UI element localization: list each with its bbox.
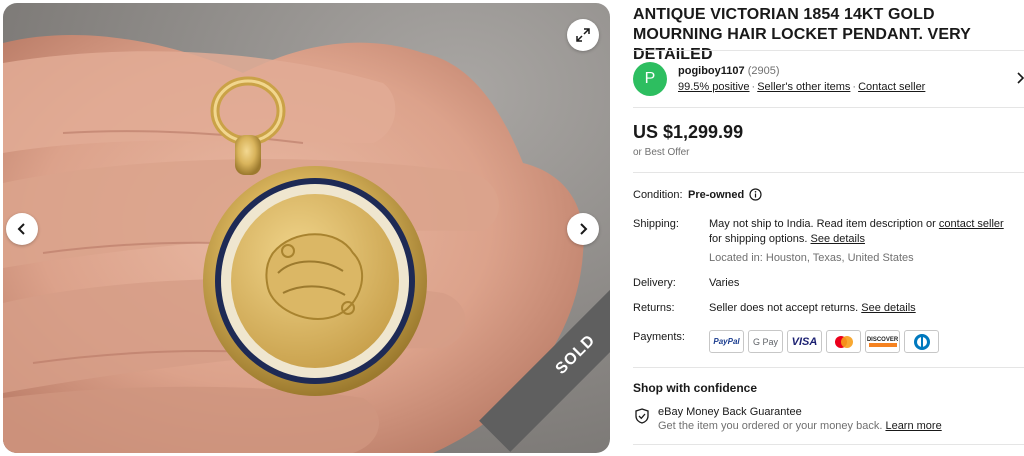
learn-more-link[interactable]: Learn more bbox=[885, 420, 941, 432]
shipping-contact-seller-link[interactable]: contact seller bbox=[939, 218, 1004, 230]
money-back-guarantee-text: Get the item you ordered or your money b… bbox=[658, 420, 942, 432]
seller-other-items-link[interactable]: Seller's other items bbox=[757, 81, 850, 93]
delivery-value: Varies bbox=[709, 277, 740, 289]
image-gallery[interactable]: SOLD bbox=[3, 3, 610, 453]
seller-positive-link[interactable]: 99.5% positive bbox=[678, 81, 750, 93]
expand-icon bbox=[576, 28, 590, 42]
visa-icon: VISA bbox=[787, 330, 822, 353]
shipping-text-2: for shipping options. bbox=[709, 233, 811, 245]
google-pay-icon: G Pay bbox=[748, 330, 783, 353]
discover-icon: DISCOVER bbox=[865, 330, 900, 353]
diners-club-icon bbox=[904, 330, 939, 353]
chevron-left-icon bbox=[17, 223, 25, 235]
divider bbox=[633, 107, 1024, 108]
seller-avatar[interactable]: P bbox=[633, 62, 667, 96]
returns-text: Seller does not accept returns. bbox=[709, 302, 862, 314]
returns-value: Seller does not accept returns. See deta… bbox=[709, 301, 916, 316]
guarantee-description: Get the item you ordered or your money b… bbox=[658, 420, 886, 432]
contact-seller-link[interactable]: Contact seller bbox=[858, 81, 925, 93]
divider bbox=[633, 367, 1024, 368]
listing-details: ANTIQUE VICTORIAN 1854 14KT GOLD MOURNIN… bbox=[633, 0, 1024, 456]
chevron-right-icon[interactable] bbox=[1017, 72, 1024, 84]
info-icon[interactable] bbox=[749, 188, 762, 201]
expand-button[interactable] bbox=[567, 19, 599, 51]
shipping-see-details-link[interactable]: See details bbox=[811, 233, 865, 245]
payment-methods: PayPal G Pay VISA DISCOVER bbox=[709, 330, 939, 353]
divider bbox=[633, 50, 1024, 51]
money-back-guarantee-title: eBay Money Back Guarantee bbox=[658, 406, 802, 418]
chevron-right-icon bbox=[580, 223, 588, 235]
listing-title: ANTIQUE VICTORIAN 1854 14KT GOLD MOURNIN… bbox=[633, 6, 971, 63]
condition-label: Condition: bbox=[633, 189, 683, 201]
seller-avatar-letter: P bbox=[644, 70, 656, 87]
returns-see-details-link[interactable]: See details bbox=[861, 302, 915, 314]
previous-image-button[interactable] bbox=[6, 213, 38, 245]
seller-name-link[interactable]: pogiboy1107 bbox=[678, 65, 745, 77]
divider bbox=[633, 444, 1024, 445]
divider bbox=[633, 172, 1024, 173]
paypal-icon: PayPal bbox=[709, 330, 744, 353]
price: US $1,299.99 bbox=[633, 122, 744, 142]
shipping-value: May not ship to India. Read item descrip… bbox=[709, 217, 1019, 247]
delivery-label: Delivery: bbox=[633, 277, 676, 289]
returns-label: Returns: bbox=[633, 302, 675, 314]
best-offer-text: or Best Offer bbox=[633, 147, 690, 158]
mastercard-icon bbox=[826, 330, 861, 353]
seller-info: pogiboy1107 (2905) bbox=[678, 65, 780, 77]
next-image-button[interactable] bbox=[567, 213, 599, 245]
shipping-label: Shipping: bbox=[633, 218, 679, 230]
item-location: Located in: Houston, Texas, United State… bbox=[709, 252, 914, 264]
payments-label: Payments: bbox=[633, 331, 685, 343]
seller-links: 99.5% positive · Seller's other items · Cont… bbox=[678, 81, 926, 93]
shield-icon bbox=[635, 408, 649, 424]
seller-feedback-count: (2905) bbox=[747, 65, 780, 77]
shipping-text: May not ship to India. Read item descrip… bbox=[709, 218, 939, 230]
shop-with-confidence-heading: Shop with confidence bbox=[633, 381, 758, 395]
condition-value: Pre-owned bbox=[688, 189, 745, 201]
